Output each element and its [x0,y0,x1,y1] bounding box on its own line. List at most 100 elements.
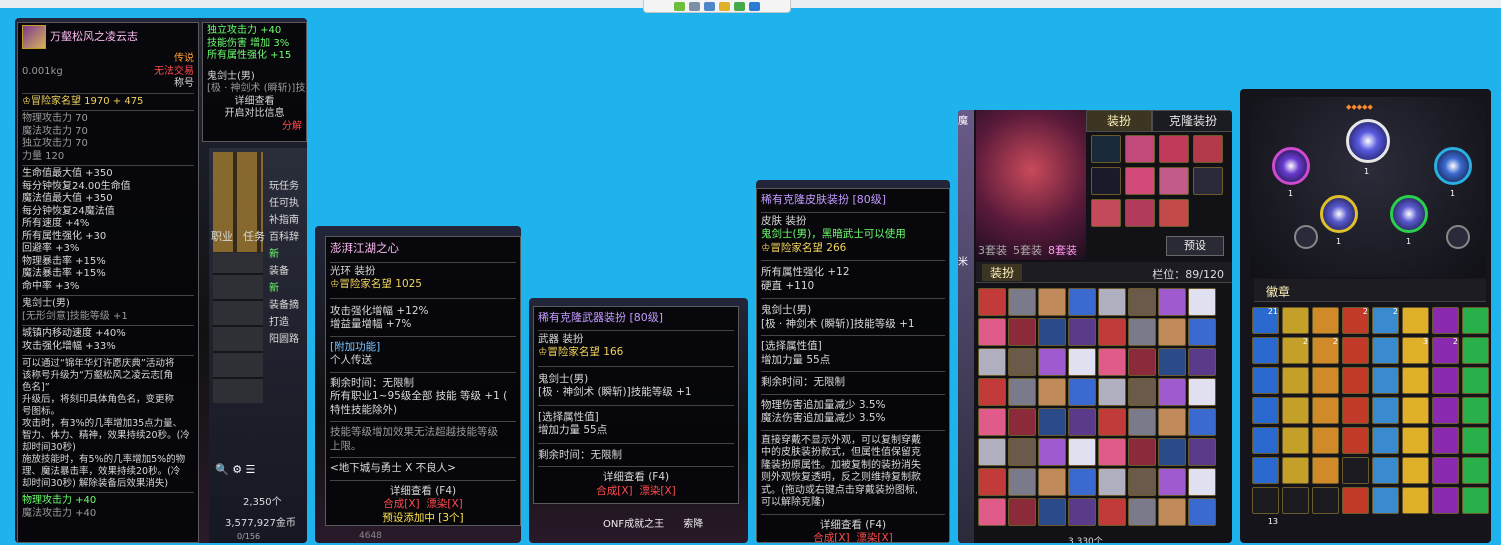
emblem-slot[interactable] [1432,337,1459,364]
emblem-slot[interactable] [1342,397,1369,424]
emblem-slot[interactable] [1312,457,1339,484]
emblem-slot[interactable] [1342,427,1369,454]
inventory-slot[interactable] [1098,348,1126,376]
inventory-slot[interactable] [1008,318,1036,346]
side-label[interactable]: 任可执 [269,195,307,212]
emblem-slot[interactable] [1462,397,1489,424]
tab-clone-costume[interactable]: 克隆装扮 [1152,110,1232,132]
side-label[interactable]: 装备摘 [269,297,307,314]
emblem-slot[interactable] [1372,427,1399,454]
inventory-slot[interactable] [1008,288,1036,316]
tab-costume[interactable]: 装扮 [1086,110,1152,132]
inventory-slot[interactable] [1158,348,1186,376]
emblem-slot[interactable] [1312,397,1339,424]
inventory-slot[interactable] [1128,288,1156,316]
emblem-slot[interactable] [1252,307,1279,334]
emblem-slot[interactable] [1342,337,1369,364]
emblem-slot[interactable] [1372,487,1399,514]
small-node[interactable] [1294,225,1318,249]
inventory-slot[interactable] [1008,498,1036,526]
emblem-slot[interactable] [1432,487,1459,514]
emblem-slot[interactable] [1282,337,1309,364]
inventory-slot[interactable] [978,288,1006,316]
detail-view-button[interactable]: 详细查看 (F4) [330,485,516,499]
emblem-slot[interactable] [1282,487,1309,514]
emblem-slot[interactable] [1282,367,1309,394]
small-node[interactable] [1446,225,1470,249]
emblem-slot[interactable] [1402,367,1429,394]
tab-emblem[interactable]: 徽章 [1266,283,1290,300]
emblem-slot[interactable] [1312,307,1339,334]
emblem-slot[interactable] [1462,307,1489,334]
inventory-slot[interactable] [978,318,1006,346]
side-label[interactable]: 打造 [269,314,307,331]
inventory-slot[interactable] [978,498,1006,526]
emblem-slot[interactable] [1342,367,1369,394]
side-label[interactable]: 玩任务 [269,178,307,195]
inventory-slot[interactable] [1068,438,1096,466]
inventory-slot[interactable] [1068,498,1096,526]
tab-job[interactable]: 职业 [211,228,233,244]
inventory-slot[interactable] [1188,378,1216,406]
tab-inventory-costume[interactable]: 装扮 [982,264,1023,281]
emblem-slot[interactable] [1252,367,1279,394]
inventory-slot[interactable] [1188,348,1216,376]
costume-slot[interactable] [1159,135,1189,163]
costume-slot[interactable] [1091,199,1121,227]
set-option[interactable]: 3套装 [978,242,1007,258]
inventory-slot[interactable] [1158,378,1186,406]
emblem-slot[interactable] [1402,397,1429,424]
emblem-slot[interactable] [1462,487,1489,514]
search-icon[interactable]: 🔍 ⚙ ☰ [215,463,255,476]
emblem-slot[interactable] [1342,487,1369,514]
inventory-slot[interactable] [1068,408,1096,436]
inventory-slot[interactable] [1188,408,1216,436]
inventory-slot[interactable] [1158,498,1186,526]
emblem-slot[interactable] [1432,397,1459,424]
inventory-slot[interactable] [1098,318,1126,346]
check-icon[interactable] [734,1,745,11]
inventory-slot[interactable] [1008,348,1036,376]
emblem-slot[interactable] [1312,337,1339,364]
costume-slot[interactable] [1091,135,1121,163]
detail-view-button[interactable]: 详细查看 (F4) [538,471,734,485]
emblem-slot[interactable] [1432,457,1459,484]
costume-slot[interactable] [1091,167,1121,195]
inventory-slot[interactable] [1038,378,1066,406]
inventory-slot[interactable] [1008,438,1036,466]
detail-view-button[interactable]: 详细查看 (F4) [761,519,945,533]
preset-button[interactable]: 预设 [1166,236,1224,256]
emblem-slot[interactable] [1462,367,1489,394]
compare-button[interactable]: 开启对比信息 [207,108,302,121]
emblem-slot[interactable] [1402,427,1429,454]
emblem-slot[interactable] [1282,307,1309,334]
emblem-slot[interactable] [1432,307,1459,334]
emblem-slot[interactable] [1372,367,1399,394]
emblem-slot[interactable] [1402,487,1429,514]
emblem-slot[interactable] [1372,307,1399,334]
inventory-slot[interactable] [1128,438,1156,466]
inventory-slot[interactable] [1128,378,1156,406]
emblem-slot[interactable] [1252,397,1279,424]
inventory-slot[interactable] [978,468,1006,496]
emblem-slot[interactable] [1252,427,1279,454]
side-label[interactable]: 百科辞 [269,229,307,246]
inventory-slot[interactable] [1098,288,1126,316]
synthesize-button[interactable]: 合成[X] [813,532,849,542]
inventory-slot[interactable] [1188,318,1216,346]
set-option[interactable]: 5套装 [1013,242,1042,258]
lower-left-node[interactable] [1320,195,1358,233]
emblem-slot[interactable] [1312,367,1339,394]
edit-icon[interactable] [719,1,730,11]
inventory-slot[interactable] [1038,288,1066,316]
inventory-slot[interactable] [1128,468,1156,496]
inventory-slot[interactable] [978,408,1006,436]
inventory-slot[interactable] [1068,318,1096,346]
inventory-slot[interactable] [1038,468,1066,496]
inventory-slot[interactable] [1038,438,1066,466]
inventory-slot[interactable] [1038,408,1066,436]
bookmark-icon[interactable] [749,1,760,11]
emblem-slot[interactable] [1402,337,1429,364]
save-icon[interactable] [689,1,700,11]
synthesize-button[interactable]: 合成[X] [596,485,632,497]
